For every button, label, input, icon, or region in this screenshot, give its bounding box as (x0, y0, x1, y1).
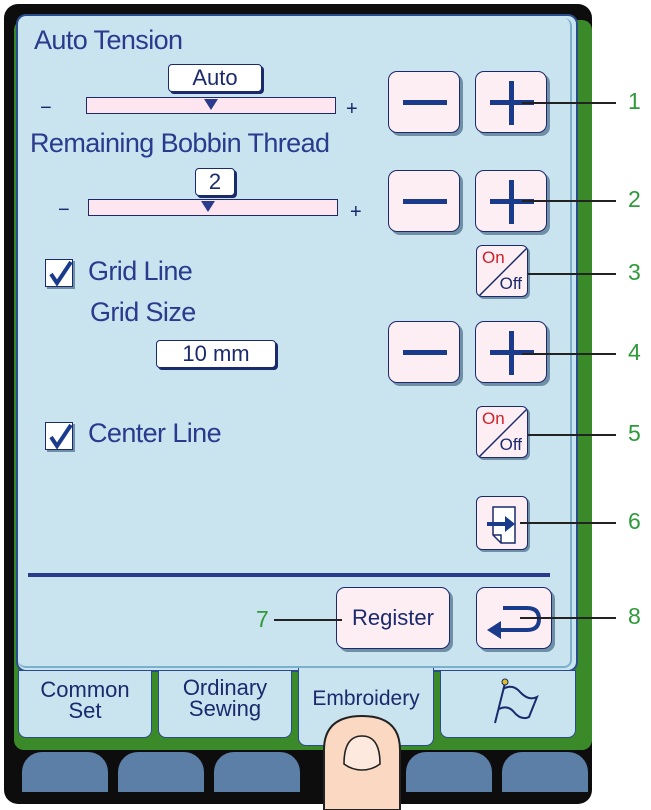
callout-leader (520, 617, 616, 619)
callout-7: 7 (256, 606, 269, 632)
plus-icon (509, 81, 514, 125)
callout-leader (522, 102, 616, 104)
plus-sign: + (346, 98, 358, 120)
bobbin-value: 2 (195, 168, 235, 196)
center-line-checkbox[interactable] (45, 422, 73, 450)
callout-1: 1 (628, 88, 641, 114)
tab-label: Ordinary (182, 675, 268, 700)
callout-2: 2 (628, 186, 641, 212)
on-text: On (482, 409, 505, 428)
tab-label: Common (40, 677, 130, 702)
bobbin-title: Remaining Bobbin Thread (30, 128, 330, 158)
bottom-button-row (14, 752, 592, 810)
minus-icon (403, 199, 447, 204)
bobbin-minus-button[interactable] (388, 170, 460, 232)
callout-leader (274, 619, 342, 621)
grid-line-label: Grid Line (88, 256, 193, 286)
tab-label: Set (68, 698, 102, 723)
tab-flag[interactable] (440, 670, 576, 738)
plus-icon (509, 180, 514, 224)
callout-4: 4 (628, 339, 641, 365)
auto-tension-minus-button[interactable] (388, 71, 460, 133)
tab-ordinary-sewing[interactable]: Ordinary Sewing (158, 670, 292, 738)
flag-icon (494, 678, 539, 724)
slider-indicator-icon (204, 99, 218, 110)
page-arrow-icon (487, 506, 516, 544)
callout-6: 6 (628, 508, 641, 534)
tab-label: Embroidery (312, 687, 420, 710)
checkmark-icon (49, 423, 73, 450)
grid-size-minus-button[interactable] (388, 321, 460, 383)
auto-tension-title: Auto Tension (34, 25, 183, 55)
callout-3: 3 (628, 259, 641, 285)
auto-tension-value: Auto (168, 64, 262, 92)
minus-sign: − (40, 97, 52, 119)
minus-icon (403, 100, 447, 105)
hardware-key (214, 752, 300, 792)
auto-tension-slider (86, 97, 336, 114)
callout-leader (528, 273, 616, 275)
callout-leader (522, 353, 616, 355)
plus-icon (509, 331, 514, 375)
hardware-key (118, 752, 204, 792)
grid-line-onoff-button[interactable]: On Off (476, 245, 528, 297)
finger-pointer-icon (323, 714, 401, 810)
grid-size-value: 10 mm (156, 340, 276, 368)
plus-sign: + (350, 201, 362, 223)
grid-size-plus-button[interactable] (475, 321, 547, 383)
grid-size-label: Grid Size (90, 297, 196, 327)
off-text: Off (499, 274, 522, 293)
center-line-onoff-button[interactable]: On Off (476, 406, 528, 458)
hardware-key (406, 752, 492, 792)
checkmark-icon (49, 260, 73, 287)
center-line-label: Center Line (88, 418, 222, 448)
register-button[interactable]: Register (336, 587, 450, 649)
callout-leader (528, 434, 616, 436)
callout-8: 8 (628, 603, 641, 629)
hardware-key (22, 752, 108, 792)
minus-icon (403, 350, 447, 355)
callout-leader (520, 522, 616, 524)
slider-indicator-icon (201, 201, 216, 212)
on-text: On (482, 248, 505, 267)
callout-5: 5 (628, 420, 641, 446)
return-arrow-icon (487, 606, 542, 639)
tab-common-set[interactable]: Common Set (18, 670, 152, 738)
grid-line-checkbox[interactable] (45, 259, 73, 287)
tab-label: Sewing (188, 696, 262, 721)
bobbin-slider (88, 199, 338, 216)
minus-sign: − (58, 199, 70, 221)
divider-line (28, 573, 550, 577)
off-text: Off (499, 435, 522, 454)
callout-leader (522, 200, 616, 202)
hardware-key (502, 752, 588, 792)
